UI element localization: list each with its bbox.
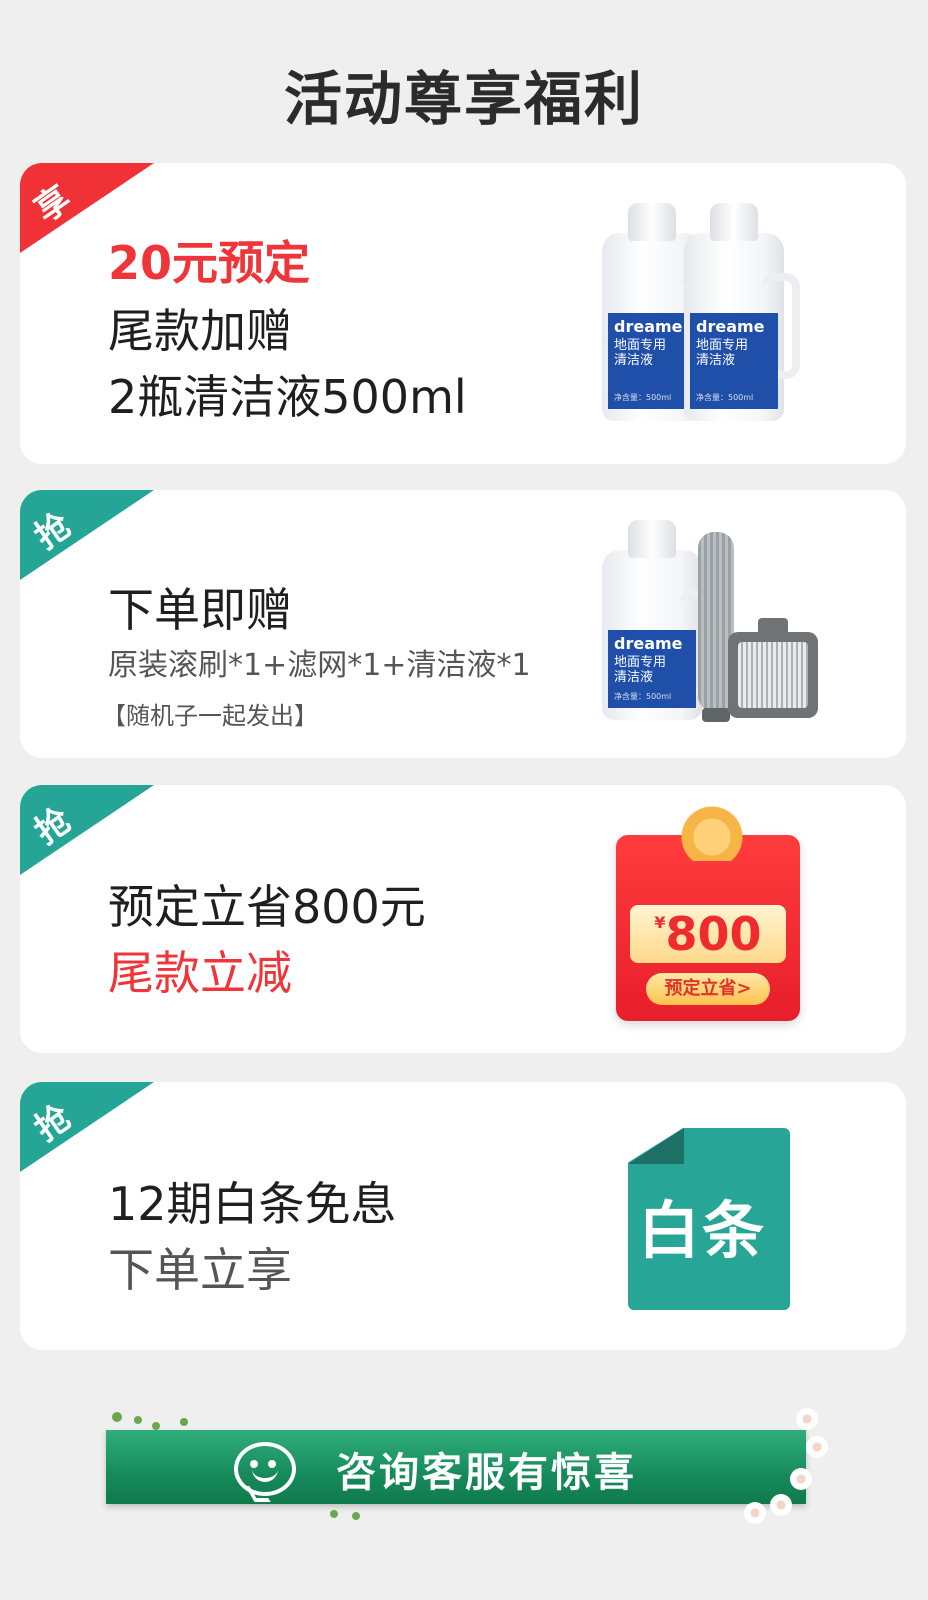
- corner-badge-label: 享: [27, 178, 79, 231]
- cleaning-solution-bottle-image: dreame 地面专用 清洁液 净含量：500ml: [602, 520, 718, 720]
- discount-title: 预定立省800元: [108, 880, 426, 934]
- installment-title: 12期白条免息: [108, 1177, 397, 1231]
- gift-title: 下单即赠: [108, 583, 292, 637]
- vine-decoration: [352, 1512, 360, 1520]
- chat-icon: [234, 1442, 296, 1496]
- corner-badge-label: 抢: [27, 505, 79, 558]
- corner-badge-label: 抢: [27, 800, 79, 853]
- benefit-card-preorder-gift[interactable]: 享 20元预定 尾款加赠 2瓶清洁液500ml dreame 地面专用 清洁液 净含量…: [20, 163, 906, 464]
- flower-decoration: [790, 1468, 812, 1490]
- coupon-button-label: 预定立省>: [646, 973, 770, 1005]
- flower-decoration: [770, 1494, 792, 1516]
- gift-note: 【随机子一起发出】: [102, 702, 318, 730]
- benefit-card-installment[interactable]: 抢 12期白条免息 下单立享 白条: [20, 1082, 906, 1350]
- gift-detail: 原装滚刷*1+滤网*1+清洁液*1: [108, 648, 531, 683]
- corner-badge: 抢: [20, 1082, 154, 1172]
- customer-service-label: 咨询客服有惊喜: [336, 1450, 637, 1496]
- installment-subtitle: 下单立享: [108, 1243, 292, 1297]
- gift-line-2: 2瓶清洁液500ml: [108, 370, 467, 424]
- baitiao-icon-label: 白条: [638, 1194, 767, 1267]
- gift-line-1: 尾款加赠: [108, 304, 292, 358]
- benefit-card-discount[interactable]: 抢 预定立省800元 尾款立减 ¥800 预定立省>: [20, 785, 906, 1053]
- vine-decoration: [330, 1510, 338, 1518]
- flower-decoration: [796, 1408, 818, 1430]
- preorder-price: 20元预定: [108, 236, 311, 290]
- discount-subtitle: 尾款立减: [108, 946, 292, 1000]
- flower-decoration: [744, 1502, 766, 1524]
- cleaning-solution-bottle-image: dreame 地面专用 清洁液 净含量：500ml: [684, 203, 800, 421]
- coupon-amount: ¥800: [630, 905, 786, 963]
- corner-badge: 抢: [20, 785, 154, 875]
- vine-decoration: [180, 1418, 188, 1426]
- benefit-card-order-gift[interactable]: 抢 下单即赠 原装滚刷*1+滤网*1+清洁液*1 【随机子一起发出】 dream…: [20, 490, 906, 758]
- vine-decoration: [134, 1416, 142, 1424]
- red-envelope-coupon-image: ¥800 预定立省>: [616, 801, 800, 1021]
- vine-decoration: [112, 1412, 122, 1422]
- corner-badge: 抢: [20, 490, 154, 580]
- filter-image: [728, 618, 818, 718]
- gift-bow-icon: [672, 801, 752, 861]
- customer-service-button[interactable]: 咨询客服有惊喜: [106, 1430, 806, 1504]
- corner-badge-label: 抢: [27, 1097, 79, 1150]
- page-title: 活动尊享福利: [283, 65, 644, 133]
- flower-decoration: [806, 1436, 828, 1458]
- vine-decoration: [152, 1422, 160, 1430]
